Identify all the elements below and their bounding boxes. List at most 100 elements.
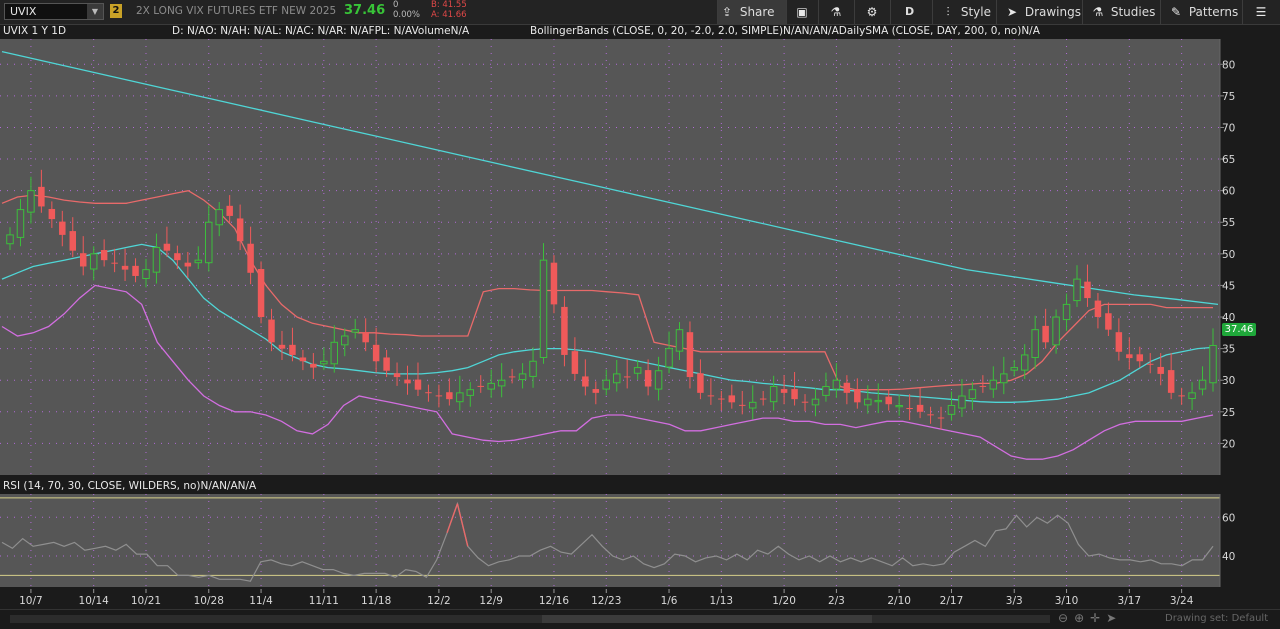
candle-body xyxy=(633,367,642,374)
time-axis-background xyxy=(0,589,1280,609)
time-axis-label: 3/10 xyxy=(1055,595,1079,607)
candle-body xyxy=(1073,278,1081,302)
candle-body xyxy=(644,370,652,387)
link-badge[interactable]: 2 xyxy=(110,4,122,18)
time-axis-label: 3/17 xyxy=(1118,595,1142,607)
candle-body xyxy=(623,376,631,378)
candle-body xyxy=(1178,395,1185,397)
candle-body xyxy=(686,332,694,378)
candle-body xyxy=(811,398,820,406)
time-axis-label: 11/18 xyxy=(361,595,391,607)
pointer-icon[interactable]: ➤ xyxy=(1106,611,1122,625)
candle-body xyxy=(362,332,369,343)
candle-body xyxy=(404,379,411,384)
candle-body xyxy=(1126,354,1133,359)
candle-body xyxy=(592,389,600,393)
time-axis-label: 1/13 xyxy=(710,595,734,607)
candle-body xyxy=(299,357,307,362)
symbol-text[interactable]: UVIX xyxy=(10,5,36,18)
candle-body xyxy=(801,401,809,403)
candle-body xyxy=(791,389,798,400)
time-axis-label: 11/4 xyxy=(249,595,273,607)
zoom-out-icon[interactable]: ⊖ xyxy=(1058,611,1074,625)
price-axis-label: 75 xyxy=(1222,91,1235,103)
time-axis-label: 3/3 xyxy=(1006,595,1023,607)
crosshair-icon[interactable]: ✛ xyxy=(1090,611,1106,625)
candle-body xyxy=(205,221,213,264)
candle-body xyxy=(916,404,924,412)
price-axis-label: 60 xyxy=(1222,186,1235,198)
time-axis-label: 10/28 xyxy=(194,595,224,607)
candle-body xyxy=(1084,281,1091,299)
time-axis-label: 10/7 xyxy=(19,595,43,607)
time-axis-label: 12/16 xyxy=(539,595,570,607)
snapshot-button[interactable]: ▣ xyxy=(786,0,818,24)
candle-body xyxy=(675,329,684,352)
time-axis-label: 2/10 xyxy=(887,595,911,607)
candle-body xyxy=(989,379,998,390)
top-toolbar: UVIX ▼ 2 2X LONG VIX FUTURES ETF NEW 202… xyxy=(0,0,1280,25)
candle-body xyxy=(1146,363,1154,365)
share-icon: ⇪ xyxy=(721,5,733,19)
time-axis-label: 3/24 xyxy=(1170,595,1194,607)
time-axis-label: 12/9 xyxy=(479,595,503,607)
drawings-button[interactable]: ➤ Drawings xyxy=(996,0,1082,24)
candle-body xyxy=(351,329,359,333)
period-button[interactable]: D xyxy=(890,0,932,24)
candle-body xyxy=(947,404,956,415)
candle-body xyxy=(539,259,548,358)
share-button[interactable]: ⇪ Share xyxy=(717,0,786,24)
candle-body xyxy=(759,398,767,400)
candle-body xyxy=(1136,354,1144,362)
candle-body xyxy=(425,392,432,394)
patterns-button[interactable]: ✎ Patterns xyxy=(1160,0,1242,24)
bid-ask-block: B: 41.55 A: 41.66 xyxy=(431,0,467,20)
rsi-axis-label: 40 xyxy=(1222,551,1235,563)
scrollbar-thumb[interactable] xyxy=(542,615,872,623)
price-chart[interactable]: 20253035404550556065707580 xyxy=(0,39,1280,477)
rsi-chart[interactable]: 40 60 xyxy=(0,494,1280,589)
chevron-down-icon[interactable]: ▼ xyxy=(87,4,103,19)
candle-body xyxy=(508,376,516,378)
price-axis-label: 65 xyxy=(1222,154,1235,166)
candle-body xyxy=(906,408,913,410)
candle-body xyxy=(132,265,139,276)
horizontal-scrollbar[interactable] xyxy=(10,615,1050,623)
candle-body xyxy=(582,376,589,387)
time-axis-label: 2/17 xyxy=(940,595,964,607)
candle-body xyxy=(937,417,945,419)
symbol-selector[interactable]: UVIX ▼ xyxy=(4,3,104,20)
candle-body xyxy=(1167,370,1175,393)
candle-body xyxy=(487,382,495,390)
price-axis-label: 55 xyxy=(1222,217,1235,229)
chart-header: UVIX 1 Y 1D D: N/AO: N/AH: N/AL: N/AC: N… xyxy=(0,25,1220,39)
candle-body xyxy=(1105,313,1112,330)
flask-button[interactable]: ⚗ xyxy=(818,0,854,24)
settings-button[interactable]: ⚙ xyxy=(854,0,890,24)
candle-body xyxy=(372,344,380,362)
last-price-tag: 37.46 xyxy=(1222,323,1256,336)
zoom-in-icon[interactable]: ⊕ xyxy=(1074,611,1090,625)
studies-readout: BollingerBands (CLOSE, 0, 20, -2.0, 2.0,… xyxy=(530,25,1040,37)
time-axis-label: 12/2 xyxy=(427,595,451,607)
candle-body xyxy=(968,389,977,400)
style-button[interactable]: ⫶ Style xyxy=(932,0,996,24)
net-change: 0 xyxy=(393,0,399,10)
menu-button[interactable]: ☰ xyxy=(1242,0,1280,24)
time-axis[interactable]: 10/7 10/14 10/21 10/28 11/4 11/11 11/18 12/2 12/… xyxy=(0,589,1280,609)
candle-body xyxy=(1042,325,1049,343)
candle-body xyxy=(16,209,25,238)
candle-body xyxy=(1010,367,1018,371)
candle-body xyxy=(142,269,150,279)
candle-body xyxy=(174,253,181,261)
candle-body xyxy=(665,348,673,368)
zoom-controls[interactable]: ⊖⊕✛➤ xyxy=(1058,611,1122,625)
studies-button[interactable]: ⚗ Studies xyxy=(1082,0,1160,24)
candle-body xyxy=(571,351,579,374)
candle-body xyxy=(152,247,161,273)
studies-flask-icon: ⚗ xyxy=(1092,5,1104,19)
candle-body xyxy=(194,259,203,264)
candle-body xyxy=(561,306,568,355)
candle-body xyxy=(832,379,841,390)
time-axis-label: 1/20 xyxy=(772,595,796,607)
